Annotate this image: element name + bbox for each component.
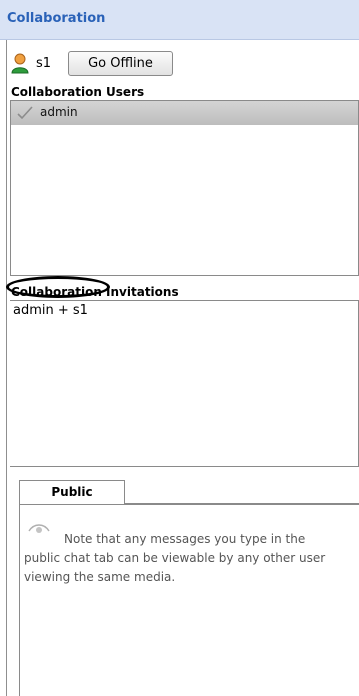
- list-item[interactable]: admin: [11, 101, 358, 125]
- go-offline-button[interactable]: Go Offline: [68, 51, 173, 76]
- list-item-label: admin: [40, 105, 78, 119]
- collaboration-invitations-label: Collaboration Invitations: [11, 285, 179, 299]
- panel-title: Collaboration: [7, 11, 106, 26]
- current-user-name: s1: [36, 56, 52, 71]
- collaboration-users-label: Collaboration Users: [11, 85, 145, 99]
- chat-note: Note that any messages you type in the p…: [24, 532, 326, 584]
- panel-header: Collaboration: [0, 0, 359, 40]
- collaboration-invitations-list[interactable]: admin + s1: [10, 300, 359, 467]
- tab-public[interactable]: Public: [19, 480, 125, 505]
- check-icon: [17, 106, 33, 120]
- user-icon: [11, 53, 29, 74]
- invitation-item[interactable]: admin + s1: [13, 303, 88, 318]
- collaboration-users-list[interactable]: admin: [10, 100, 359, 276]
